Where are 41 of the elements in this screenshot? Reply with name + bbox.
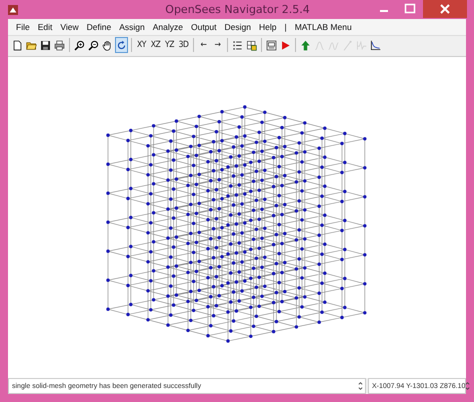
rotate-icon [116, 40, 127, 50]
close-icon[interactable] [423, 0, 467, 18]
menu-item[interactable]: Help [258, 22, 276, 32]
menu-item[interactable]: File [16, 22, 30, 32]
printer-icon [54, 40, 65, 50]
menu-item[interactable]: View [60, 22, 79, 32]
menu-item[interactable]: Define [86, 22, 112, 32]
toolbar-button[interactable]: ← [197, 37, 210, 53]
toolbar-button[interactable]: → [211, 37, 224, 53]
menu-item[interactable]: | [284, 22, 287, 32]
curve-icon [314, 40, 325, 50]
list-icon [232, 40, 243, 50]
menu-item[interactable]: Analyze [152, 22, 183, 32]
zoom-in-icon [74, 40, 85, 50]
app-icon [8, 4, 18, 14]
folder-icon [26, 40, 37, 50]
toolbar-button[interactable]: XY [135, 37, 148, 53]
chart-icon [370, 40, 381, 50]
spinner-icon[interactable] [465, 381, 470, 391]
spinner-icon[interactable] [358, 381, 363, 391]
arrow-up-icon [300, 40, 311, 50]
zoom-out-icon [88, 40, 99, 50]
curve-icon [328, 40, 339, 50]
wave-icon [356, 40, 367, 50]
rotate-button[interactable] [115, 37, 128, 53]
pen-icon [342, 40, 353, 50]
new-file-icon [12, 40, 23, 50]
hand-icon [102, 40, 113, 50]
menu-item[interactable]: Assign [119, 22, 145, 32]
toolbar-button[interactable]: YZ [163, 37, 176, 53]
toolbar-button[interactable]: 3D [177, 37, 190, 53]
window-icon [266, 40, 277, 50]
toolbar-button[interactable]: XZ [149, 37, 162, 53]
window-title: OpenSees Navigator 2.5.4 [164, 3, 311, 16]
menu-item[interactable]: Output [190, 22, 217, 32]
grid-icon [246, 40, 257, 50]
menu-item[interactable]: MATLAB Menu [294, 22, 352, 32]
menu-item[interactable]: Edit [38, 22, 52, 32]
save-icon [40, 40, 51, 50]
menu-item[interactable]: Design [224, 22, 251, 32]
play-icon [280, 40, 291, 50]
